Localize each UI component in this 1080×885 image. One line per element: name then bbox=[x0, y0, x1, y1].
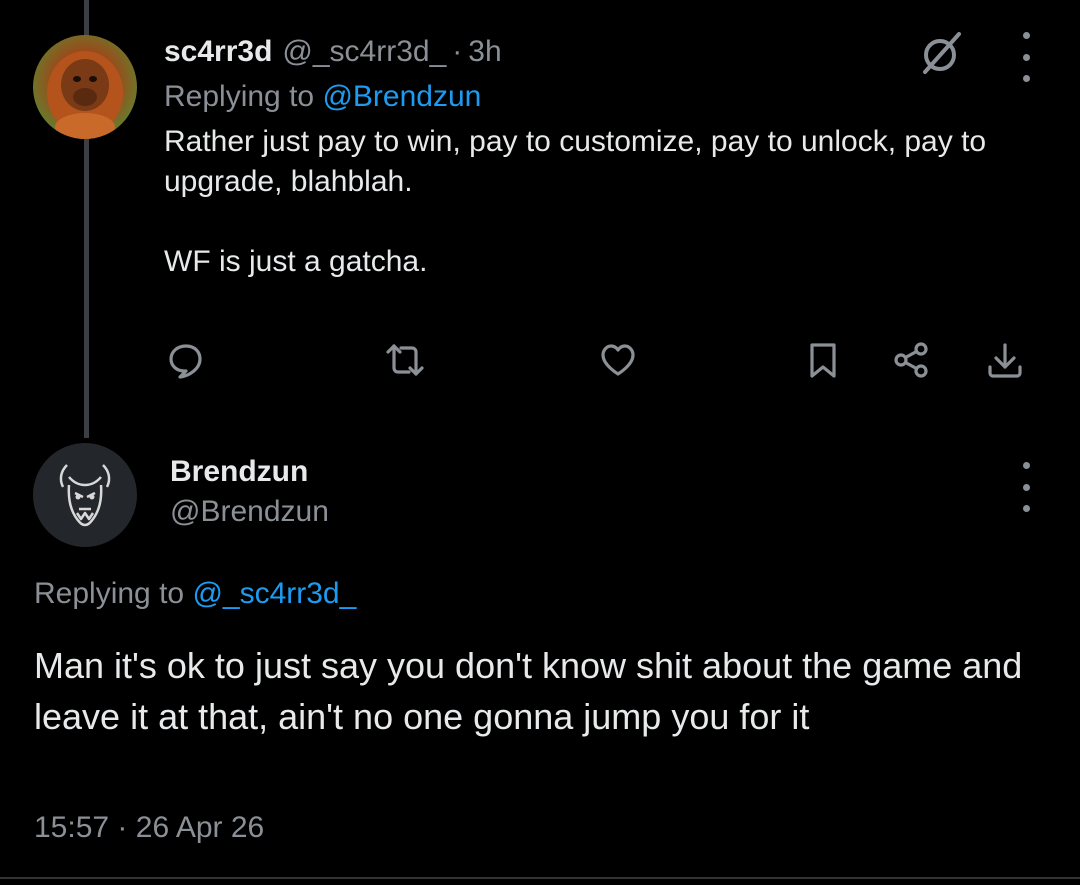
display-name[interactable]: sc4rr3d bbox=[164, 30, 272, 74]
tweet-paragraph: WF is just a gatcha. bbox=[164, 245, 428, 278]
more-icon[interactable] bbox=[1016, 462, 1036, 512]
tweet-header: sc4rr3d @_sc4rr3d_ · 3h bbox=[164, 30, 1044, 74]
action-bar bbox=[0, 338, 1080, 382]
grok-icon[interactable] bbox=[917, 28, 967, 78]
replying-to-label: Replying to bbox=[164, 80, 315, 113]
bookmark-icon[interactable] bbox=[801, 338, 845, 382]
tweet-timestamp: 15:57 · 26 Apr 26 bbox=[34, 806, 264, 850]
retweet-icon[interactable] bbox=[383, 338, 427, 382]
tweet-text: Man it's ok to just say you don't know s… bbox=[34, 645, 1023, 737]
timestamp[interactable]: 3h bbox=[468, 30, 501, 74]
separator-dot: · bbox=[452, 35, 463, 68]
like-icon[interactable] bbox=[596, 338, 640, 382]
avatar-brendzun[interactable] bbox=[33, 443, 137, 547]
user-handle[interactable]: @_sc4rr3d_ bbox=[282, 30, 446, 74]
download-icon[interactable] bbox=[983, 338, 1027, 382]
separator-dot: · bbox=[117, 811, 128, 844]
replying-to-label: Replying to bbox=[34, 577, 185, 610]
orangutan-avatar-icon bbox=[47, 51, 123, 139]
tweet-paragraph: Rather just pay to win, pay to customize… bbox=[164, 125, 987, 198]
replying-to-link[interactable]: @Brendzun bbox=[322, 80, 481, 113]
more-icon[interactable] bbox=[1016, 32, 1036, 82]
reply-icon[interactable] bbox=[164, 338, 208, 382]
time: 15:57 bbox=[34, 811, 110, 844]
replying-to-link[interactable]: @_sc4rr3d_ bbox=[192, 577, 356, 610]
user-handle[interactable]: @Brendzun bbox=[170, 492, 329, 532]
tweet-sc4rr3d[interactable]: sc4rr3d @_sc4rr3d_ · 3h Replying to @Bre… bbox=[164, 30, 1044, 282]
share-icon[interactable] bbox=[889, 338, 933, 382]
tweet-text: Rather just pay to win, pay to customize… bbox=[164, 122, 1044, 282]
avatar-sc4rr3d[interactable] bbox=[33, 35, 137, 139]
replying-to: Replying to @Brendzun bbox=[164, 74, 1044, 120]
display-name[interactable]: Brendzun bbox=[170, 452, 329, 492]
replying-to: Replying to @_sc4rr3d_ bbox=[34, 572, 356, 616]
divider bbox=[0, 877, 1080, 879]
oni-mask-icon bbox=[59, 464, 111, 527]
author-block[interactable]: Brendzun @Brendzun bbox=[170, 452, 329, 532]
date: 26 Apr 26 bbox=[135, 811, 265, 844]
